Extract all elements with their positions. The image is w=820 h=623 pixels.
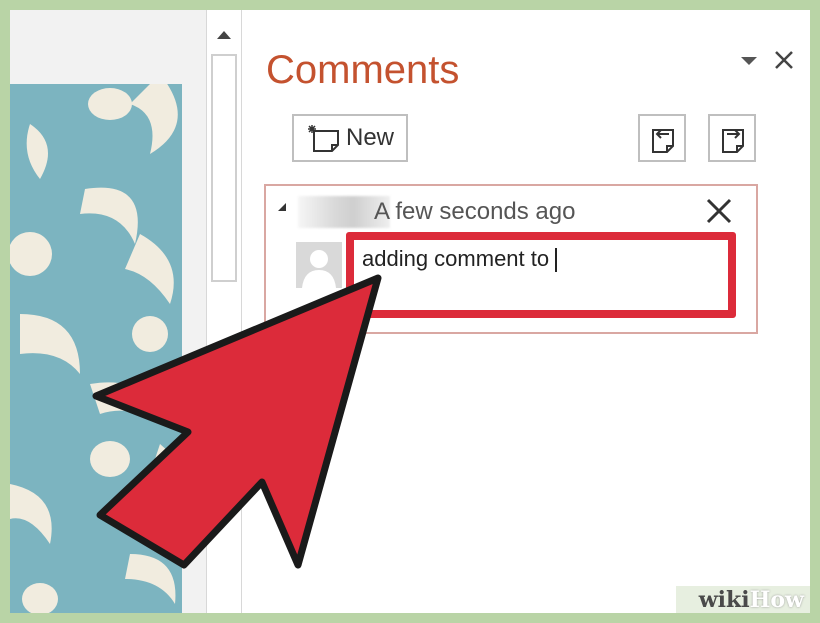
text-caret	[555, 248, 558, 273]
panel-close-button[interactable]	[770, 46, 798, 74]
user-silhouette-icon	[302, 250, 336, 288]
watermark-how: How	[749, 586, 804, 613]
app-window: Comments New A few seconds ago adding co…	[10, 10, 810, 613]
slide-editor-area	[10, 10, 206, 613]
next-comment-icon	[722, 129, 744, 153]
close-icon	[706, 198, 732, 224]
watermark: wiki How	[676, 586, 810, 613]
watermark-wiki: wiki	[698, 586, 750, 613]
next-comment-button[interactable]	[708, 114, 756, 162]
comment-card[interactable]: A few seconds ago adding comment to	[264, 184, 758, 334]
avatar	[296, 242, 342, 288]
comment-text: adding comment to	[362, 246, 550, 271]
vertical-scrollbar[interactable]	[206, 10, 242, 613]
collapse-arrow-icon[interactable]	[276, 200, 288, 218]
new-comment-button[interactable]: New	[292, 114, 408, 162]
new-comment-icon	[308, 125, 339, 152]
scroll-up-button[interactable]	[207, 22, 241, 48]
scrollbar-thumb[interactable]	[211, 54, 237, 282]
chevron-down-icon	[741, 57, 757, 65]
slide-canvas[interactable]	[10, 84, 182, 613]
comment-timestamp: A few seconds ago	[374, 198, 576, 225]
new-comment-label: New	[346, 124, 395, 151]
delete-comment-button[interactable]	[702, 194, 736, 228]
panel-options-button[interactable]	[738, 50, 760, 72]
previous-comment-button[interactable]	[638, 114, 686, 162]
panel-title: Comments	[266, 48, 460, 92]
previous-comment-icon	[652, 129, 674, 153]
slide-pattern	[10, 84, 182, 613]
chevron-up-icon	[217, 31, 231, 39]
comments-panel: Comments New A few seconds ago adding co…	[242, 10, 810, 613]
close-icon	[775, 51, 793, 69]
comment-text-input[interactable]: adding comment to	[346, 232, 736, 318]
